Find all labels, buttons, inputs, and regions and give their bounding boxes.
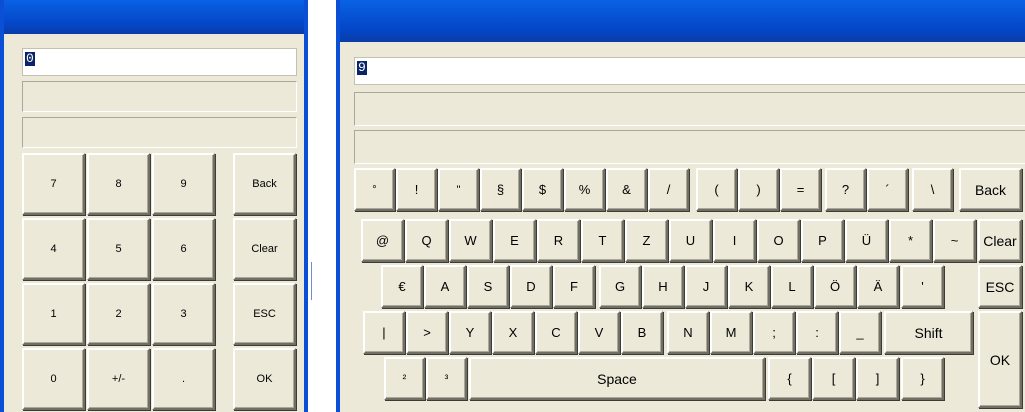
keyboard-readonly-field-1: [354, 92, 1025, 126]
key-h[interactable]: H: [642, 265, 684, 308]
key-underscore[interactable]: _: [839, 311, 881, 354]
key-i[interactable]: I: [713, 219, 756, 262]
numpad-key-1[interactable]: 1: [22, 283, 85, 345]
numpad-window: 0 7 8 9 Back 4 5 6 Clear 1 2 3 ESC 0 +/-…: [0, 0, 308, 412]
key-g[interactable]: G: [599, 265, 641, 308]
key-double-quote[interactable]: ": [438, 168, 479, 211]
key-m[interactable]: M: [710, 311, 752, 354]
key-b[interactable]: B: [621, 311, 663, 354]
key-j[interactable]: J: [685, 265, 727, 308]
key-close-bracket[interactable]: ]: [856, 357, 899, 400]
key-close-brace[interactable]: }: [901, 357, 944, 400]
key-question[interactable]: ?: [825, 168, 866, 211]
key-r[interactable]: R: [537, 219, 580, 262]
key-colon[interactable]: :: [796, 311, 838, 354]
keyboard-ok-button[interactable]: OK: [978, 311, 1022, 408]
keyboard-readonly-field-2: [354, 130, 1025, 164]
key-p[interactable]: P: [801, 219, 844, 262]
numpad-key-3[interactable]: 3: [152, 283, 215, 345]
keyboard-window-border-left: [336, 0, 340, 412]
key-pipe[interactable]: |: [363, 311, 405, 354]
numpad-decimal-button[interactable]: .: [152, 348, 215, 410]
keyboard-display-value: 9: [357, 60, 367, 75]
numpad-display-input[interactable]: 0: [22, 48, 297, 76]
keyboard-title-bar[interactable]: [336, 0, 1025, 42]
key-equals[interactable]: =: [780, 168, 821, 211]
numpad-key-8[interactable]: 8: [87, 153, 150, 215]
key-e[interactable]: E: [493, 219, 536, 262]
key-open-brace[interactable]: {: [768, 357, 811, 400]
key-o-umlaut[interactable]: Ö: [814, 265, 856, 308]
keyboard-display-input[interactable]: 9: [354, 57, 1025, 85]
key-a-umlaut[interactable]: Ä: [857, 265, 899, 308]
key-c[interactable]: C: [535, 311, 577, 354]
key-section[interactable]: §: [480, 168, 521, 211]
key-superscript-three[interactable]: ³: [426, 357, 467, 400]
key-tilde[interactable]: ~: [933, 219, 976, 262]
numpad-key-9[interactable]: 9: [152, 153, 215, 215]
key-open-paren[interactable]: (: [696, 168, 737, 211]
numpad-key-4[interactable]: 4: [22, 218, 85, 280]
key-close-paren[interactable]: ): [738, 168, 779, 211]
keyboard-esc-button[interactable]: ESC: [978, 265, 1022, 308]
keyboard-window: 9 ° ! " § $ % & / ( ) = ? ´ \ Back @ Q W…: [336, 0, 1025, 412]
key-u-umlaut[interactable]: Ü: [845, 219, 888, 262]
numpad-key-7[interactable]: 7: [22, 153, 85, 215]
key-dollar[interactable]: $: [522, 168, 563, 211]
numpad-key-0[interactable]: 0: [22, 348, 85, 410]
key-u[interactable]: U: [669, 219, 712, 262]
key-space[interactable]: Space: [469, 357, 765, 400]
numpad-key-2[interactable]: 2: [87, 283, 150, 345]
numpad-title-bar[interactable]: [0, 0, 308, 34]
key-a[interactable]: A: [424, 265, 466, 308]
key-ampersand[interactable]: &: [606, 168, 647, 211]
numpad-readonly-field-1: [22, 81, 297, 112]
key-d[interactable]: D: [510, 265, 552, 308]
key-f[interactable]: F: [553, 265, 595, 308]
key-q[interactable]: Q: [405, 219, 448, 262]
numpad-readonly-field-2: [22, 117, 297, 148]
keyboard-shift-button[interactable]: Shift: [884, 311, 973, 354]
key-euro[interactable]: €: [381, 265, 423, 308]
numpad-back-button[interactable]: Back: [233, 153, 296, 215]
numpad-key-5[interactable]: 5: [87, 218, 150, 280]
key-acute[interactable]: ´: [867, 168, 908, 211]
numpad-key-6[interactable]: 6: [152, 218, 215, 280]
key-degree[interactable]: °: [354, 168, 395, 211]
keyboard-back-button[interactable]: Back: [959, 168, 1022, 211]
numpad-window-border-right: [304, 0, 308, 412]
key-w[interactable]: W: [449, 219, 492, 262]
key-t[interactable]: T: [581, 219, 624, 262]
numpad-window-border-left: [0, 0, 4, 412]
key-k[interactable]: K: [728, 265, 770, 308]
key-y[interactable]: Y: [449, 311, 491, 354]
key-l[interactable]: L: [771, 265, 813, 308]
numpad-clear-button[interactable]: Clear: [233, 218, 296, 280]
numpad-display-value: 0: [25, 51, 35, 66]
numpad-ok-button[interactable]: OK: [233, 348, 296, 410]
key-slash[interactable]: /: [648, 168, 689, 211]
key-superscript-two[interactable]: ²: [384, 357, 425, 400]
numpad-esc-button[interactable]: ESC: [233, 283, 296, 345]
key-percent[interactable]: %: [564, 168, 605, 211]
background-divider-line: [311, 262, 312, 300]
key-backslash[interactable]: \: [912, 168, 953, 211]
key-n[interactable]: N: [667, 311, 709, 354]
key-semicolon[interactable]: ;: [753, 311, 795, 354]
key-apostrophe[interactable]: ': [901, 265, 944, 308]
key-at[interactable]: @: [361, 219, 404, 262]
key-v[interactable]: V: [578, 311, 620, 354]
key-open-bracket[interactable]: [: [812, 357, 855, 400]
key-exclamation[interactable]: !: [396, 168, 437, 211]
key-x[interactable]: X: [492, 311, 534, 354]
numpad-plus-minus-button[interactable]: +/-: [87, 348, 150, 410]
key-s[interactable]: S: [467, 265, 509, 308]
key-z[interactable]: Z: [625, 219, 668, 262]
keyboard-clear-button[interactable]: Clear: [978, 219, 1022, 262]
key-asterisk[interactable]: *: [889, 219, 932, 262]
key-o[interactable]: O: [757, 219, 800, 262]
key-greater-than[interactable]: >: [406, 311, 448, 354]
